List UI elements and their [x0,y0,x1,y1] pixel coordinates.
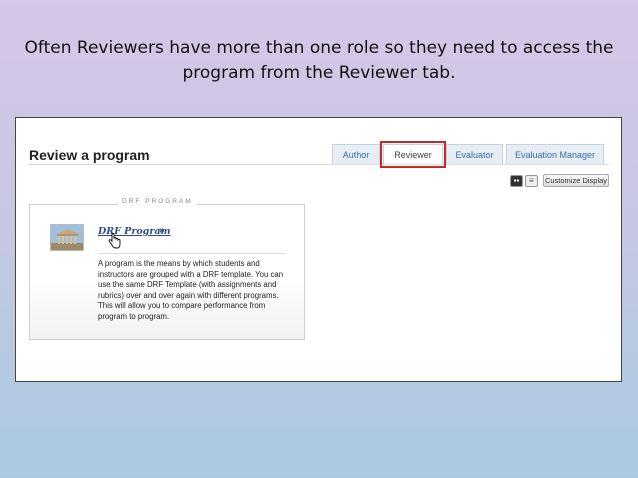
grid-view-button[interactable]: ▪▪ [510,175,523,187]
card-section-label: DRF PROGRAM [118,198,197,205]
caption-line-2: program from the Reviewer tab. [182,63,456,83]
tab-evaluation-manager[interactable]: Evaluation Manager [506,144,604,164]
tab-evaluator[interactable]: Evaluator [446,144,503,164]
slide-caption: Often Reviewers have more than one role … [20,36,618,86]
link-arrow-icon: » [159,225,165,236]
list-icon: ≡ [529,176,534,185]
reviewer-tab-highlight [380,141,446,168]
customize-display-button[interactable]: Customize Display [543,174,609,187]
card-divider [98,253,286,254]
page-title: Review a program [29,147,150,163]
program-description: A program is the means by which students… [98,259,284,321]
list-view-button[interactable]: ≡ [525,175,538,187]
grid-icon: ▪▪ [513,176,520,185]
hand-cursor-icon [108,233,121,254]
screenshot-panel: Review a program Author Reviewer Evaluat… [15,117,622,382]
tab-author[interactable]: Author [332,144,380,164]
program-thumbnail-image[interactable] [50,224,84,251]
caption-line-1: Often Reviewers have more than one role … [24,38,614,58]
